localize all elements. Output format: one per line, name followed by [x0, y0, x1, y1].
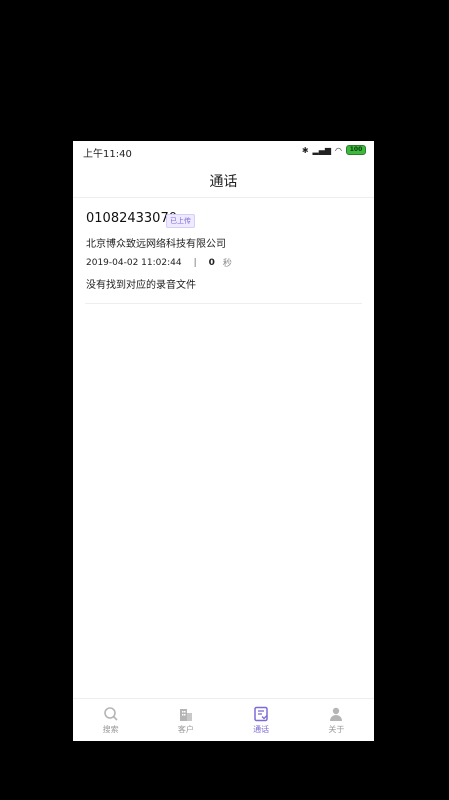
call-record[interactable]: 01082433070 已上传 北京博众致远网络科技有限公司 2019-04-0…	[73, 199, 374, 305]
divider	[85, 303, 362, 304]
duration-unit: 秒	[222, 259, 232, 269]
tab-about-label: 关于	[328, 724, 345, 734]
call-datetime: 2019-04-02 11:02:44	[86, 257, 182, 268]
call-log-icon	[254, 706, 268, 721]
tab-about[interactable]: 关于	[299, 699, 374, 741]
phone-number: 01082433070	[86, 211, 177, 226]
bluetooth-icon: ✱	[301, 145, 309, 155]
phone-screen: 上午11:40 ✱ ▂▄▆ ◠ 100 通话 01082433070 已上传 北…	[73, 141, 374, 741]
recording-note: 没有找到对应的录音文件	[86, 280, 196, 291]
call-meta: 2019-04-02 11:02:44 | 0 秒	[86, 256, 232, 270]
page-title: 通话	[209, 174, 238, 190]
signal-icon: ▂▄▆	[312, 145, 332, 155]
battery-icon: 100	[346, 145, 366, 155]
tab-search-label: 搜索	[102, 724, 119, 734]
call-duration: 0	[208, 257, 215, 268]
tab-bar: 搜索 客户 通话 关于	[73, 698, 374, 741]
wifi-icon: ◠	[335, 145, 342, 155]
tab-customers[interactable]: 客户	[148, 699, 223, 741]
tab-calls-label: 通话	[253, 724, 270, 734]
status-icons: ✱ ▂▄▆ ◠ 100	[302, 145, 366, 155]
person-icon	[330, 707, 343, 721]
upload-status-badge: 已上传	[166, 214, 195, 228]
building-icon	[179, 708, 192, 721]
search-icon	[103, 706, 118, 721]
tab-calls[interactable]: 通话	[224, 699, 299, 741]
status-time: 上午11:40	[83, 149, 132, 160]
tab-customers-label: 客户	[177, 724, 194, 734]
meta-separator: |	[193, 257, 197, 268]
status-bar: 上午11:40 ✱ ▂▄▆ ◠ 100	[73, 141, 374, 161]
nav-bar: 通话	[73, 161, 374, 198]
tab-search[interactable]: 搜索	[73, 699, 148, 741]
company-name: 北京博众致远网络科技有限公司	[86, 239, 226, 250]
